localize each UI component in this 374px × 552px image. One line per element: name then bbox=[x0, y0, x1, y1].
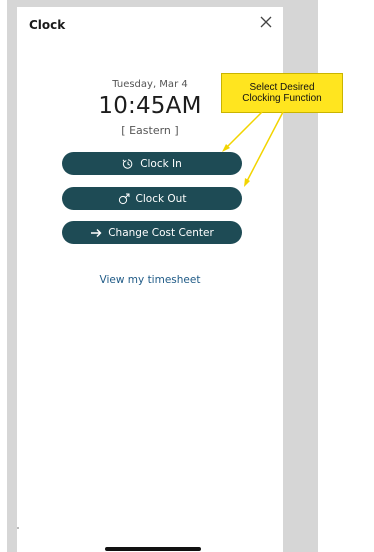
timezone-label: [ Eastern ] bbox=[121, 124, 179, 137]
home-indicator bbox=[105, 547, 201, 551]
arrow-right-icon bbox=[90, 227, 102, 239]
clock-in-icon bbox=[122, 158, 134, 170]
clock-out-button[interactable]: Clock Out bbox=[62, 187, 242, 210]
annotation-line-1: Select Desired bbox=[249, 82, 315, 93]
change-cost-center-label: Change Cost Center bbox=[108, 226, 214, 239]
annotation-callout: Select Desired Clocking Function bbox=[221, 73, 343, 113]
annotation-line-2: Clocking Function bbox=[242, 93, 322, 104]
stray-dot bbox=[17, 527, 19, 529]
change-cost-center-button[interactable]: Change Cost Center bbox=[62, 221, 242, 244]
close-icon bbox=[260, 16, 272, 28]
clock-out-label: Clock Out bbox=[135, 192, 187, 205]
clock-in-button[interactable]: Clock In bbox=[62, 152, 242, 175]
clock-out-icon bbox=[118, 193, 130, 205]
page-title: Clock bbox=[29, 18, 66, 32]
view-timesheet-link[interactable]: View my timesheet bbox=[17, 274, 283, 286]
clock-in-label: Clock In bbox=[140, 157, 182, 170]
close-button[interactable] bbox=[258, 14, 274, 30]
